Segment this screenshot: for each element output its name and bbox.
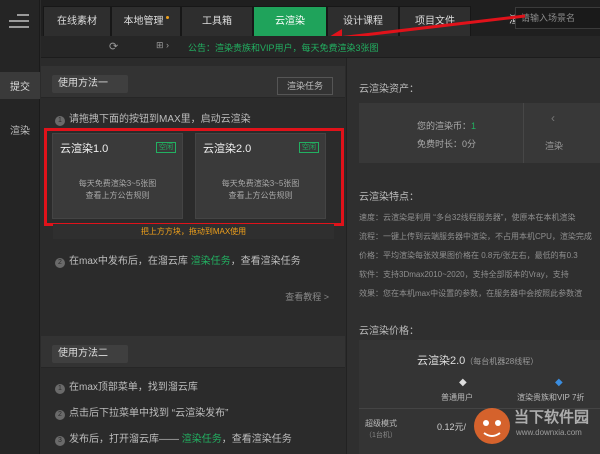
divider: [523, 103, 524, 163]
method-one-header: 使用方法一 渲染任务: [41, 66, 345, 98]
features-title: 云渲染特点：: [359, 192, 419, 203]
price-row-label: 超级模式: [365, 419, 397, 428]
price-col-normal: 普通用户: [441, 393, 473, 402]
feature-flow: 流程：一键上传到云端服务器中渲染，不占用本机CPU，渲染完成: [359, 232, 592, 241]
feature-speed: 速度：云渲染是利用 “多台32线程服务器”，使原本在本机渲染: [359, 213, 576, 222]
watermark-logo-icon: [474, 408, 510, 444]
price-row-value: 0.12元/: [437, 422, 467, 432]
watermark-site: www.downxia.com: [516, 428, 582, 437]
price-title: 云渲染价格：: [359, 326, 419, 337]
render-task-button[interactable]: 渲染任务: [277, 77, 333, 95]
usage-panel: 使用方法一 渲染任务 1 请拖拽下面的按钮到MAX里，启动云渲染 云渲染1.0 空…: [41, 58, 345, 454]
method-two-header: 使用方法二: [41, 336, 345, 368]
watermark: 当下软件园 www.downxia.com: [470, 376, 600, 454]
view-tutorial-link[interactable]: 查看教程 >: [285, 290, 329, 303]
feature-price: 价格：平均渲染每张效果图价格在 0.8元/张左右，最低的有0.3: [359, 251, 578, 260]
assets-box: 您的渲染币：1 免费时长：0分 ‹ 渲染: [359, 103, 600, 163]
chevron-left-icon[interactable]: ‹: [551, 111, 555, 125]
tab-online-assets[interactable]: 在线素材: [43, 6, 111, 36]
drag-hint: 把上方方块，拖动到MAX使用: [53, 224, 334, 239]
tab-label: 本地管理: [123, 16, 164, 27]
menu-icon[interactable]: [9, 14, 29, 30]
method-two-title: 使用方法二: [52, 345, 128, 363]
method-one-title: 使用方法一: [52, 75, 128, 93]
price-row-sub: （1台机）: [365, 432, 397, 439]
method-one-step-2: 2 在max中发布后，在溜云库 渲染任务，查看渲染任务: [55, 252, 301, 268]
sidebar-item-render[interactable]: 渲染: [0, 116, 40, 143]
price-product: 云渲染2.0（每台机器28线程）: [417, 355, 539, 367]
watermark-brand: 当下软件园: [514, 409, 590, 426]
sub-toolbar: ⟳ ⊞ › 公告：渲染贵族和VIP用户，每天免费渲染3张图: [41, 36, 600, 58]
diamond-icon: ◆: [459, 377, 467, 388]
feature-effect: 效果：您在本机max中设置的参数，在服务器中会按照此参数渲: [359, 289, 583, 298]
method-one-step-1: 1 请拖拽下面的按钮到MAX里，启动云渲染: [55, 110, 251, 126]
free-time-value: 0分: [462, 139, 477, 149]
coins-value: 1: [471, 121, 477, 131]
notification-dot: [165, 16, 169, 19]
notice-text: 公告：渲染贵族和VIP用户，每天免费渲染3张图: [188, 43, 379, 53]
free-time-row: 免费时长：0分: [417, 139, 477, 149]
render-task-link[interactable]: 渲染任务: [191, 256, 231, 267]
sidebar-item-submit[interactable]: 提交: [0, 72, 40, 99]
coins-row: 您的渲染币：1: [417, 121, 477, 131]
method-two-step-1: 1 在max顶部菜单，找到溜云库: [55, 378, 198, 394]
tab-toolbox[interactable]: 工具箱: [181, 6, 253, 36]
method-two-step-2: 2 点击后下拉菜单中找到 “云渲染发布”: [55, 404, 228, 420]
assets-title: 云渲染资产：: [359, 84, 419, 95]
tab-cloud-render[interactable]: 云渲染: [253, 6, 327, 36]
left-sidebar: 提交 渲染: [0, 0, 40, 454]
tab-local-manage[interactable]: 本地管理: [111, 6, 181, 36]
side-label: 渲染: [545, 141, 564, 151]
feature-software: 软件：支持3Dmax2010~2020，支持全部版本的Vray，支持: [359, 270, 569, 279]
method-two-step-3: 3 发布后，打开溜云库—— 渲染任务，查看渲染任务: [55, 430, 292, 446]
grid-icon[interactable]: ⊞ ›: [156, 40, 169, 51]
highlight-box: [44, 128, 344, 226]
refresh-icon[interactable]: ⟳: [109, 40, 118, 53]
render-task-link-2[interactable]: 渲染任务: [182, 434, 222, 445]
